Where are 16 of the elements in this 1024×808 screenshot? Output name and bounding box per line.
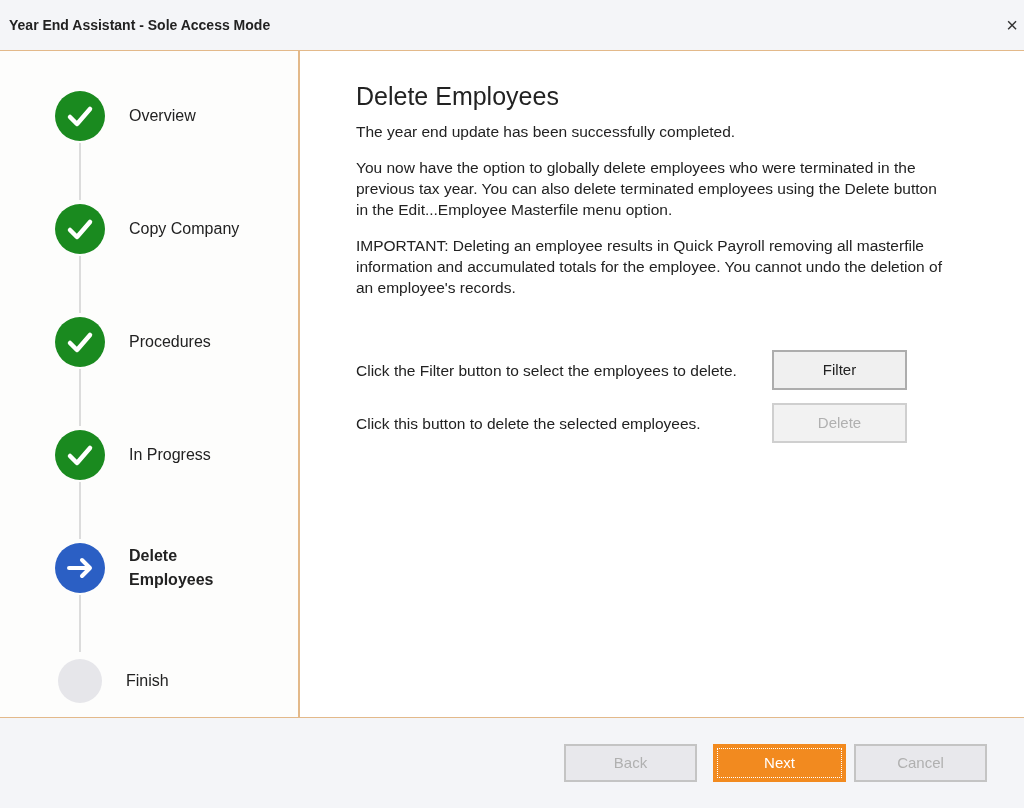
step-label: Finish: [126, 670, 169, 691]
close-button[interactable]: ×: [1006, 15, 1018, 35]
paragraph: IMPORTANT: Deleting an employee results in Quick Payroll removing all masterfile information and accumulated totals for the employee. You cannot undo the deletion of an employee's records.: [356, 236, 943, 298]
footer-button[interactable]: Next: [713, 744, 846, 782]
paragraph: You now have the option to globally delete employees who were terminated in the previous tax year. You can also delete terminated employees using the Delete button in the Edit...Employee Masterfile menu option.: [356, 158, 938, 220]
page-heading: Delete Employees: [356, 81, 560, 111]
step-label: Copy Company: [129, 218, 240, 239]
step-label: In Progress: [129, 444, 211, 465]
paragraph: The year end update has been successfully completed.: [356, 122, 737, 142]
instruction-text: Click the Filter button to select the employees to delete.: [356, 361, 738, 381]
action-button[interactable]: Filter: [772, 350, 907, 390]
step-label: Overview: [129, 105, 196, 126]
instruction-text: Click this button to delete the selected employees.: [356, 414, 702, 434]
step-label: Delete Employees: [129, 545, 215, 590]
step-label: Procedures: [129, 331, 211, 352]
window-title: Year End Assistant - Sole Access Mode: [9, 15, 271, 35]
